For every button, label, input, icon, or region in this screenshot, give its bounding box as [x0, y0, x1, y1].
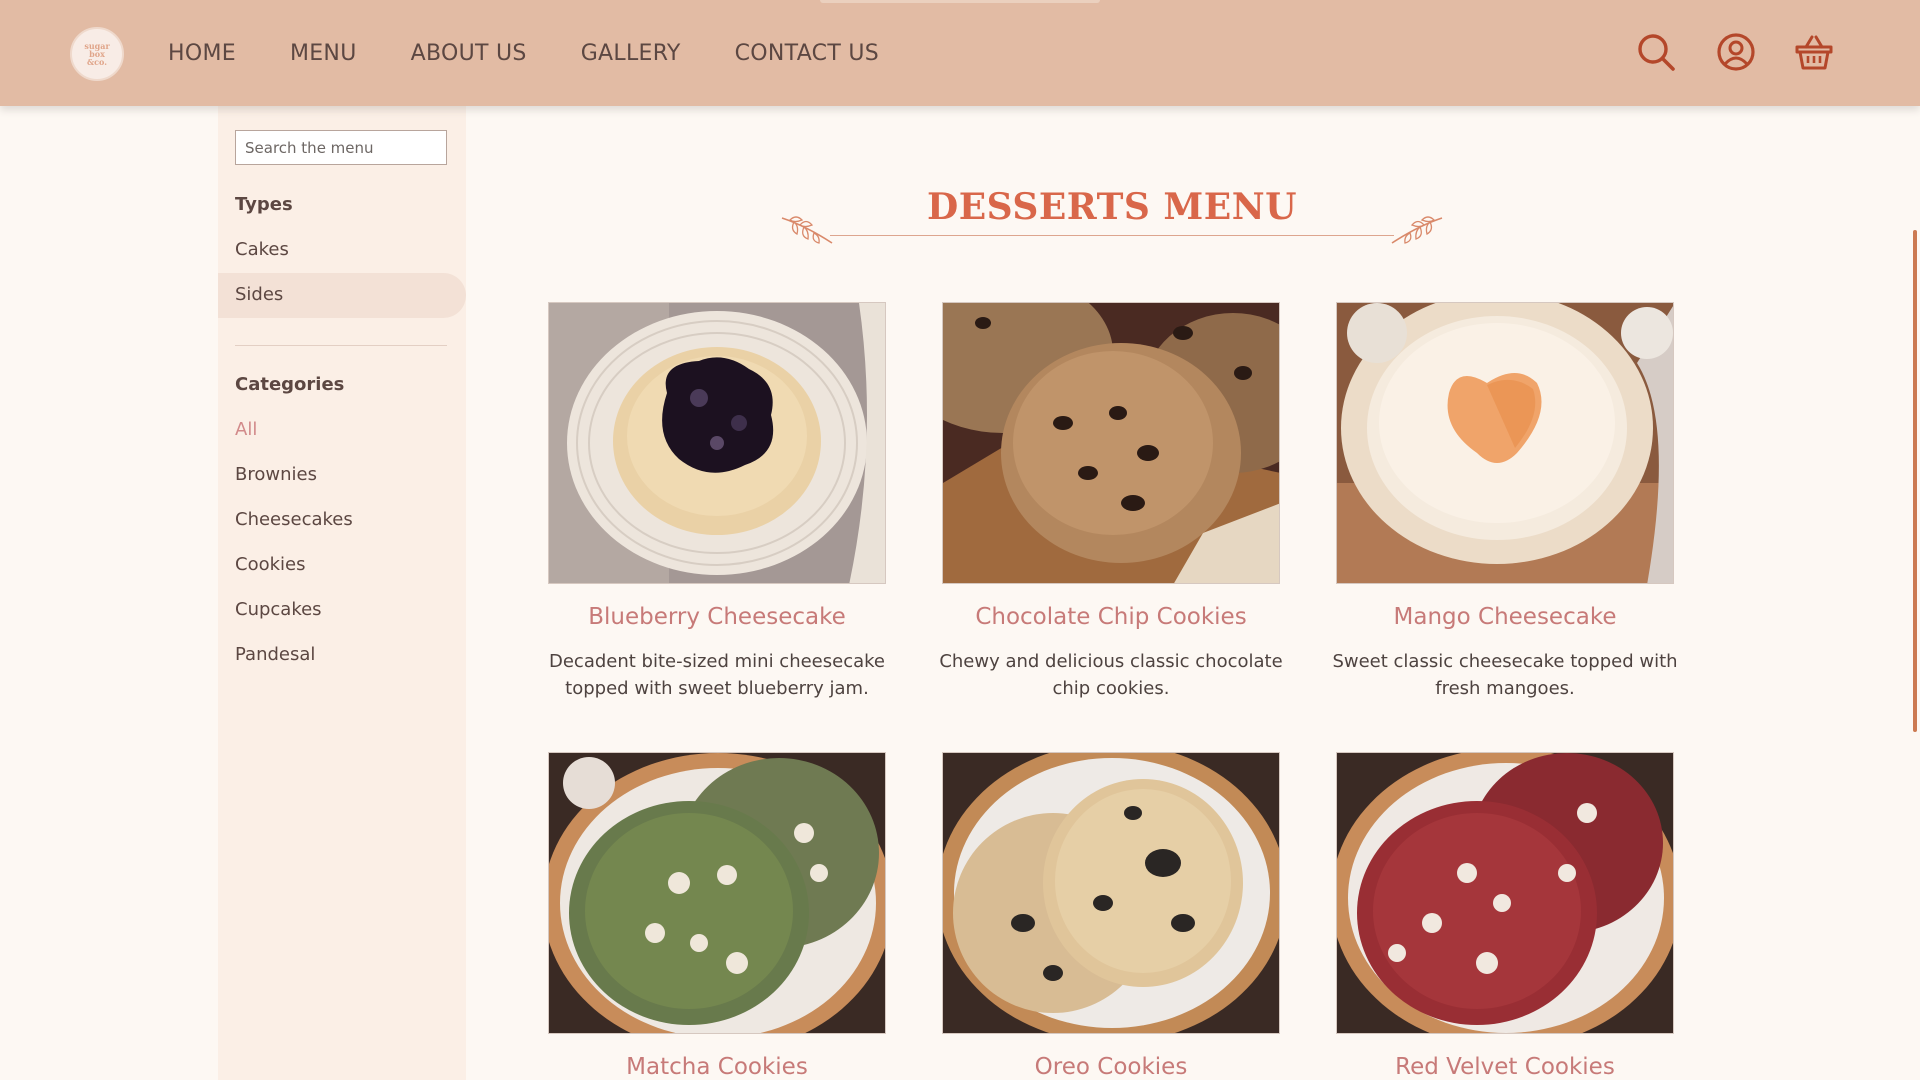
category-cupcakes[interactable]: Cupcakes	[235, 599, 322, 620]
types-heading: Types	[235, 194, 293, 215]
nav-menu[interactable]: MENU	[290, 41, 357, 66]
product-name[interactable]: Chocolate Chip Cookies	[942, 604, 1280, 630]
category-cheesecakes[interactable]: Cheesecakes	[235, 509, 353, 530]
nav-contact-us[interactable]: CONTACT US	[735, 41, 879, 66]
shopping-basket-icon[interactable]	[1792, 30, 1836, 74]
product-card[interactable]: Blueberry Cheesecake Decadent bite-sized…	[548, 302, 886, 702]
product-description: Chewy and delicious classic chocolate ch…	[939, 651, 1283, 699]
product-name[interactable]: Mango Cheesecake	[1336, 604, 1674, 630]
user-account-icon[interactable]	[1714, 30, 1758, 74]
page-title: DESSERTS MENU	[927, 186, 1297, 228]
category-cookies[interactable]: Cookies	[235, 554, 305, 575]
category-brownies[interactable]: Brownies	[235, 464, 317, 485]
product-image-oreo-cookies[interactable]	[942, 752, 1280, 1034]
right-leaf-sprig-icon	[1391, 216, 1443, 244]
product-name[interactable]: Matcha Cookies	[548, 1054, 886, 1080]
filter-sidebar: Types Cakes Sides Categories All Brownie…	[218, 106, 466, 1080]
type-sides[interactable]: Sides	[235, 284, 283, 305]
product-image-mango-cheesecake[interactable]	[1336, 302, 1674, 584]
category-pandesal[interactable]: Pandesal	[235, 644, 315, 665]
product-card[interactable]: Mango Cheesecake Sweet classic cheesecak…	[1332, 302, 1678, 702]
product-image-matcha-cookies[interactable]	[548, 752, 886, 1034]
product-name[interactable]: Blueberry Cheesecake	[548, 604, 886, 630]
product-description: Sweet classic cheesecake topped with fre…	[1332, 651, 1678, 699]
product-image-red-velvet-cookies[interactable]	[1336, 752, 1674, 1034]
category-all[interactable]: All	[235, 419, 257, 440]
menu-title-block: DESSERTS MENU	[780, 180, 1444, 252]
menu-search-input[interactable]	[235, 130, 447, 165]
product-card[interactable]: Chocolate Chip Cookies Chewy and delicio…	[939, 302, 1283, 702]
product-image-chocolate-chip-cookies[interactable]	[942, 302, 1280, 584]
product-description: Decadent bite-sized mini cheesecake topp…	[548, 651, 885, 699]
nav-home[interactable]: HOME	[168, 41, 236, 66]
logo-text: sugar box &co.	[84, 41, 110, 67]
nav-about-us[interactable]: ABOUT US	[411, 41, 527, 66]
type-cakes[interactable]: Cakes	[235, 239, 289, 260]
product-card[interactable]: Matcha Cookies	[548, 752, 886, 1080]
product-card[interactable]: Red Velvet Cookies	[1336, 752, 1674, 1080]
nav-gallery[interactable]: GALLERY	[581, 41, 681, 66]
categories-heading: Categories	[235, 374, 345, 395]
site-header: sugar box &co. HOME MENU ABOUT US GALLER…	[0, 0, 1920, 106]
title-underline	[830, 235, 1394, 236]
page-scrollbar[interactable]	[1913, 230, 1917, 732]
main-nav: HOME MENU ABOUT US GALLERY CONTACT US	[168, 0, 933, 106]
sidebar-divider	[235, 345, 447, 346]
search-icon[interactable]	[1634, 30, 1678, 74]
product-card[interactable]: Oreo Cookies	[942, 752, 1280, 1080]
brand-logo[interactable]: sugar box &co.	[70, 27, 124, 81]
product-image-blueberry-cheesecake[interactable]	[548, 302, 886, 584]
product-name[interactable]: Oreo Cookies	[942, 1054, 1280, 1080]
product-name[interactable]: Red Velvet Cookies	[1336, 1054, 1674, 1080]
